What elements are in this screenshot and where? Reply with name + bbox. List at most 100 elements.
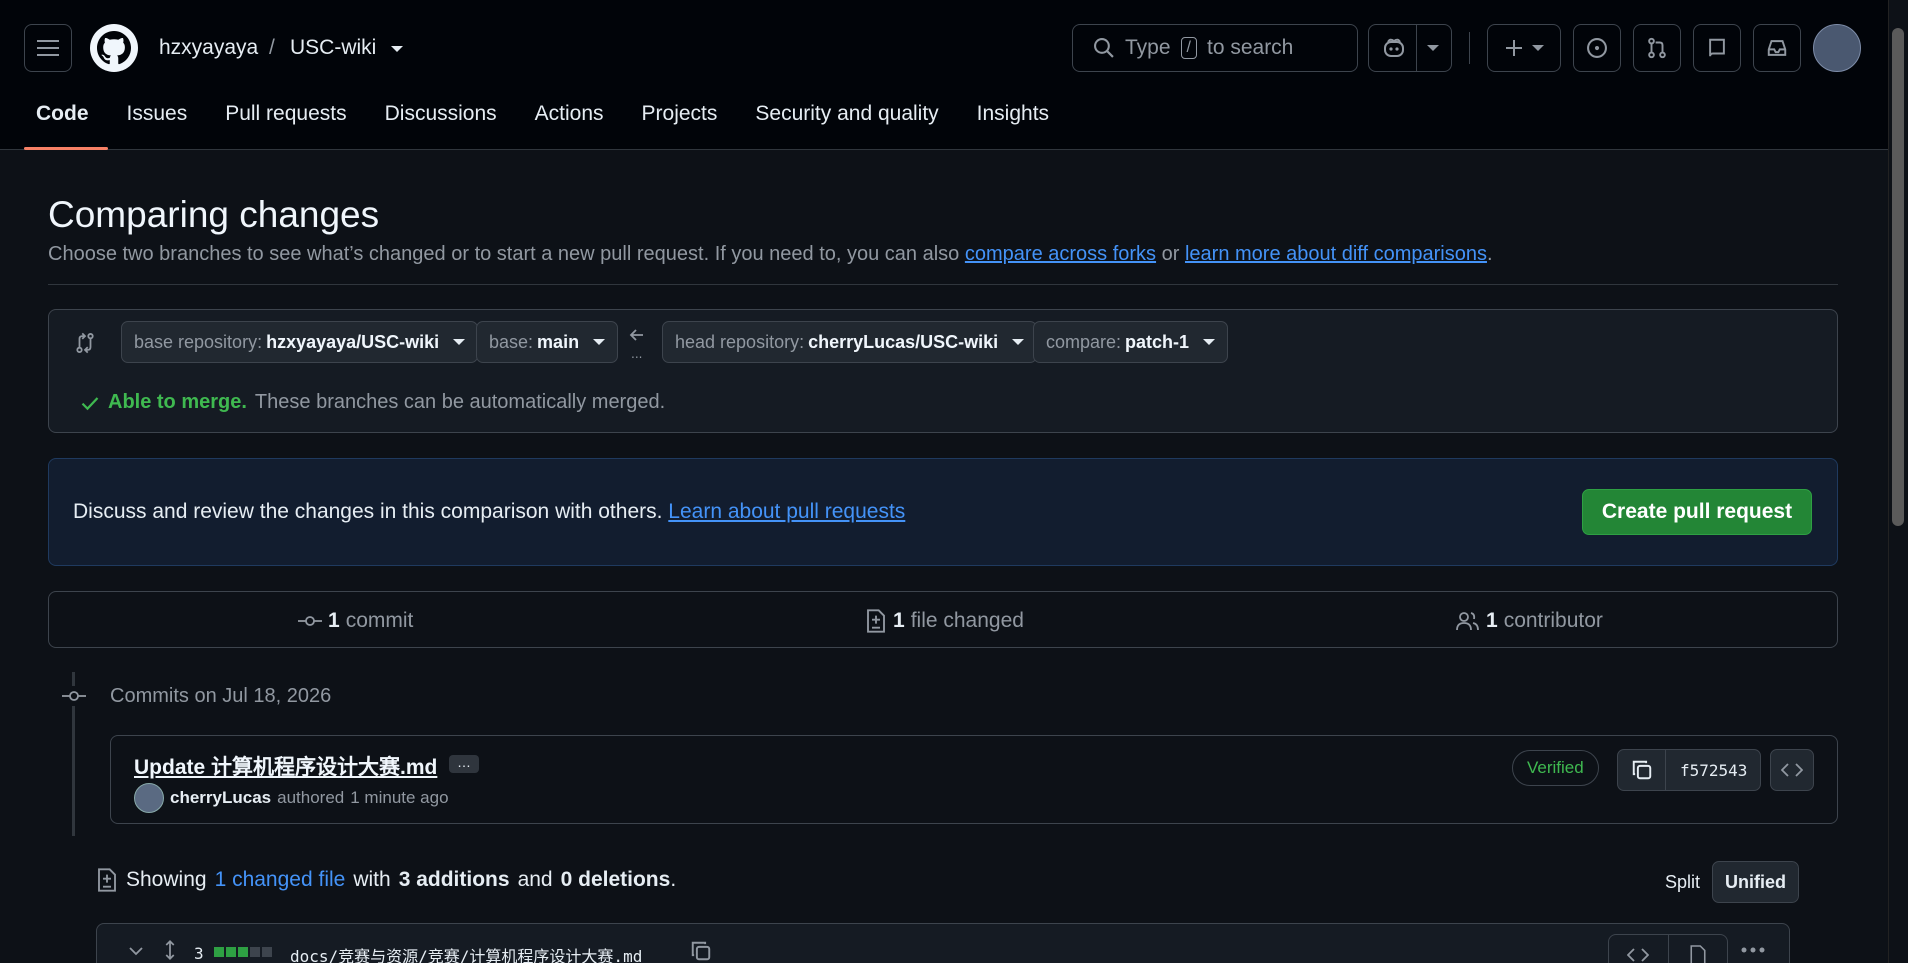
hamburger-icon — [37, 40, 59, 56]
repo-link[interactable]: USC-wiki — [290, 36, 376, 60]
commit-expand-button[interactable]: … — [449, 755, 479, 773]
discuss-message: Discuss and review the changes in this c… — [73, 500, 663, 523]
commits-number: 1 — [328, 609, 340, 632]
commits-label: commit — [345, 609, 414, 632]
copilot-icon — [1383, 38, 1404, 57]
inbox-button[interactable] — [1753, 24, 1801, 72]
diffstat-neutral-block — [250, 947, 260, 957]
subtitle-or: or — [1161, 243, 1180, 265]
file-diff-icon — [867, 609, 885, 633]
base-branch-select[interactable]: base: main — [476, 321, 619, 363]
deletions-count: 0 deletions — [560, 868, 671, 891]
divider — [48, 284, 1838, 285]
copy-icon — [1632, 760, 1651, 780]
discuss-text: Discuss and review the changes in this c… — [73, 500, 905, 524]
verified-badge[interactable]: Verified — [1512, 750, 1599, 786]
kebab-horizontal-icon[interactable] — [1740, 946, 1766, 954]
compare-label: compare: — [1046, 331, 1122, 352]
code-icon[interactable] — [1609, 947, 1668, 963]
tab-code[interactable]: Code — [0, 96, 108, 150]
user-avatar[interactable] — [1813, 24, 1861, 72]
diff-view-toggle: Split Unified — [1653, 861, 1800, 903]
base-repo-label: base repository: — [134, 331, 263, 352]
copilot-button[interactable] — [1368, 24, 1452, 72]
contributors-number: 1 — [1486, 609, 1498, 632]
expand-all-icon[interactable] — [160, 940, 180, 960]
repositories-button[interactable] — [1693, 24, 1741, 72]
github-logo-icon[interactable] — [90, 24, 138, 72]
head-repository-select[interactable]: head repository: cherryLucas/USC-wiki — [662, 321, 1038, 363]
issue-opened-icon — [1587, 38, 1607, 58]
issues-button[interactable] — [1573, 24, 1621, 72]
people-icon — [1456, 612, 1479, 631]
diffstat-add-block — [238, 947, 248, 957]
tab-projects[interactable]: Projects — [623, 96, 737, 150]
tab-issues[interactable]: Issues — [108, 96, 207, 150]
tab-security[interactable]: Security and quality — [736, 96, 957, 150]
file-diff-icon — [98, 868, 116, 892]
file-icon[interactable] — [1668, 944, 1727, 963]
file-view-options — [1608, 934, 1728, 963]
base-repo-value: hzxyayaya/USC-wiki — [266, 331, 440, 352]
files-changed-count[interactable]: 1 file changed — [865, 609, 1024, 633]
subtitle-text: Choose two branches to see what’s change… — [48, 243, 960, 265]
chevron-down-icon[interactable] — [128, 946, 144, 956]
with-label: with — [353, 868, 391, 891]
tab-insights[interactable]: Insights — [958, 96, 1068, 150]
diffstat-add-block — [214, 947, 224, 957]
owner-link[interactable]: hzxyayaya — [159, 36, 258, 60]
tab-discussions[interactable]: Discussions — [366, 96, 516, 150]
compare-value: patch-1 — [1125, 331, 1190, 352]
files-number: 1 — [893, 609, 905, 632]
changed-file-link[interactable]: 1 changed file — [215, 868, 346, 892]
code-icon — [1781, 763, 1803, 777]
base-repository-select[interactable]: base repository: hzxyayaya/USC-wiki — [121, 321, 479, 363]
commits-day-heading: Commits on Jul 18, 2026 — [110, 685, 332, 707]
repo-icon — [1709, 38, 1725, 57]
contributors-count[interactable]: 1 contributor — [1456, 609, 1603, 633]
tab-pull-requests[interactable]: Pull requests — [206, 96, 365, 150]
page-subtitle: Choose two branches to see what’s change… — [48, 243, 1493, 266]
search-prefix: Type — [1125, 36, 1171, 59]
file-path[interactable]: docs/竞赛与资源/竞赛/计算机程序设计大赛.md — [290, 943, 642, 963]
top-header: hzxyayaya / USC-wiki Type / to search Co… — [0, 0, 1888, 150]
git-commit-icon — [62, 686, 86, 706]
merge-status-label: Able to merge. — [108, 391, 247, 413]
create-new-button[interactable] — [1487, 24, 1561, 72]
commit-sha-link[interactable]: f572543 — [1666, 761, 1747, 780]
search-input[interactable]: Type / to search — [1072, 24, 1358, 72]
and-label: and — [517, 868, 553, 891]
learn-diff-link[interactable]: learn more about diff comparisons — [1185, 243, 1487, 265]
commit-sha-group: f572543 — [1617, 749, 1761, 791]
check-icon — [81, 396, 99, 410]
copy-sha-button[interactable] — [1618, 749, 1666, 791]
compare-arrows-icon — [74, 332, 96, 354]
diff-summary: Showing 1 changed file with 3 additions … — [96, 868, 676, 892]
create-pull-request-button[interactable]: Create pull request — [1582, 489, 1812, 535]
copilot-menu-chevron-icon[interactable] — [1426, 45, 1439, 51]
head-repo-label: head repository: — [675, 331, 805, 352]
base-value: main — [537, 331, 580, 352]
scrollbar-thumb[interactable] — [1892, 28, 1904, 526]
subtitle-period: . — [1486, 243, 1493, 265]
create-menu-chevron-icon — [1532, 45, 1544, 51]
repo-menu-chevron-icon[interactable] — [391, 46, 403, 52]
tab-actions[interactable]: Actions — [516, 96, 623, 150]
file-change-count: 3 — [194, 944, 204, 963]
commit-message-link[interactable]: Update 计算机程序设计大赛.md — [134, 751, 437, 781]
diffstat-add-block — [226, 947, 236, 957]
menu-button[interactable] — [24, 24, 72, 72]
compare-forks-link[interactable]: compare across forks — [965, 243, 1156, 265]
pull-requests-button[interactable] — [1633, 24, 1681, 72]
unified-view-button[interactable]: Unified — [1712, 861, 1800, 903]
showing-label: Showing — [126, 868, 207, 891]
split-view-button[interactable]: Split — [1653, 861, 1712, 903]
compare-branch-select[interactable]: compare: patch-1 — [1033, 321, 1229, 363]
browse-repo-at-commit-button[interactable] — [1770, 749, 1814, 791]
commits-count[interactable]: 1 commit — [298, 609, 413, 633]
learn-pull-requests-link[interactable]: Learn about pull requests — [668, 500, 905, 523]
author-name[interactable]: cherryLucas — [170, 788, 271, 808]
author-avatar[interactable] — [134, 783, 164, 813]
copy-icon[interactable] — [690, 940, 712, 962]
search-suffix: to search — [1206, 36, 1294, 59]
